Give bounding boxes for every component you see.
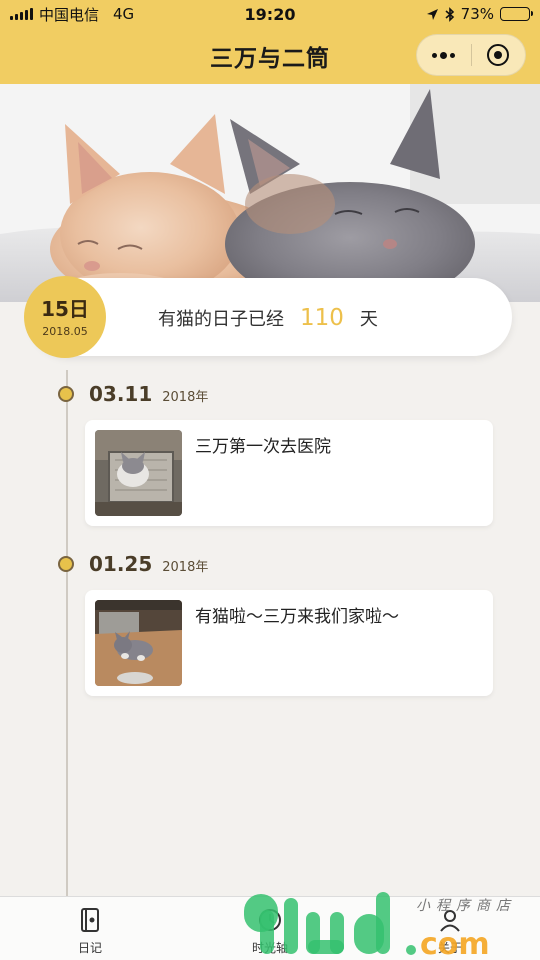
navigation-bar: 三万与二筒 [0, 28, 540, 84]
diary-entry-card[interactable]: 有猫啦～三万来我们家啦～ [85, 590, 493, 696]
clock-icon [259, 909, 281, 931]
entry-title: 有猫啦～三万来我们家啦～ [195, 607, 399, 627]
timeline-date: 03.11 2018年 [89, 382, 208, 406]
diary-book-icon [81, 908, 99, 932]
timeline-date-day: 01.25 [89, 552, 153, 576]
tab-diary[interactable]: 日记 [0, 897, 180, 960]
tab-bar: 日记 时光轴 关于 [0, 896, 540, 960]
carrier-label: 中国电信 [39, 5, 100, 24]
timeline-date: 01.25 2018年 [89, 552, 208, 576]
timeline-date-day: 03.11 [89, 382, 153, 406]
status-bar: 中国电信 4G 19:20 73% [0, 0, 540, 28]
timeline-dot [58, 556, 74, 572]
miniprogram-capsule [416, 34, 526, 76]
tab-about[interactable]: 关于 [360, 897, 540, 960]
days-counter-prefix: 有猫的日子已经 [158, 309, 284, 330]
page-title: 三万与二筒 [210, 46, 330, 72]
tab-diary-label: 日记 [77, 941, 102, 955]
diary-entry-card[interactable]: 三万第一次去医院 [85, 420, 493, 526]
location-icon [426, 8, 438, 20]
bluetooth-icon [445, 6, 454, 22]
entry-photo [95, 430, 182, 516]
signal-icon [10, 8, 33, 20]
date-badge-year-month: 2018.05 [42, 324, 88, 338]
tab-about-label: 关于 [437, 941, 462, 955]
entry-title: 三万第一次去医院 [195, 437, 331, 457]
days-counter: 有猫的日子已经 110 天 [158, 300, 378, 336]
days-counter-suffix: 天 [359, 309, 378, 330]
timeline-date-year: 2018年 [162, 560, 209, 575]
date-badge: 15日 2018.05 [24, 276, 106, 358]
timeline-date-year: 2018年 [162, 390, 209, 405]
tab-timeline[interactable]: 时光轴 [180, 897, 360, 960]
date-badge-day: 15日 [41, 296, 89, 321]
timeline-line [66, 370, 68, 900]
battery-percent: 73% [460, 5, 494, 23]
tab-timeline-label: 时光轴 [251, 941, 288, 955]
person-icon [440, 910, 460, 932]
more-dots-icon [432, 51, 456, 59]
timeline-dot [58, 386, 74, 402]
target-icon [487, 44, 510, 66]
days-counter-number: 110 [300, 305, 344, 331]
more-button[interactable] [417, 35, 471, 75]
network-label: 4G [113, 5, 135, 23]
hero-kittens-image [0, 84, 540, 302]
close-miniprogram-button[interactable] [472, 35, 526, 75]
battery-icon [500, 7, 533, 21]
entry-photo [95, 600, 182, 686]
